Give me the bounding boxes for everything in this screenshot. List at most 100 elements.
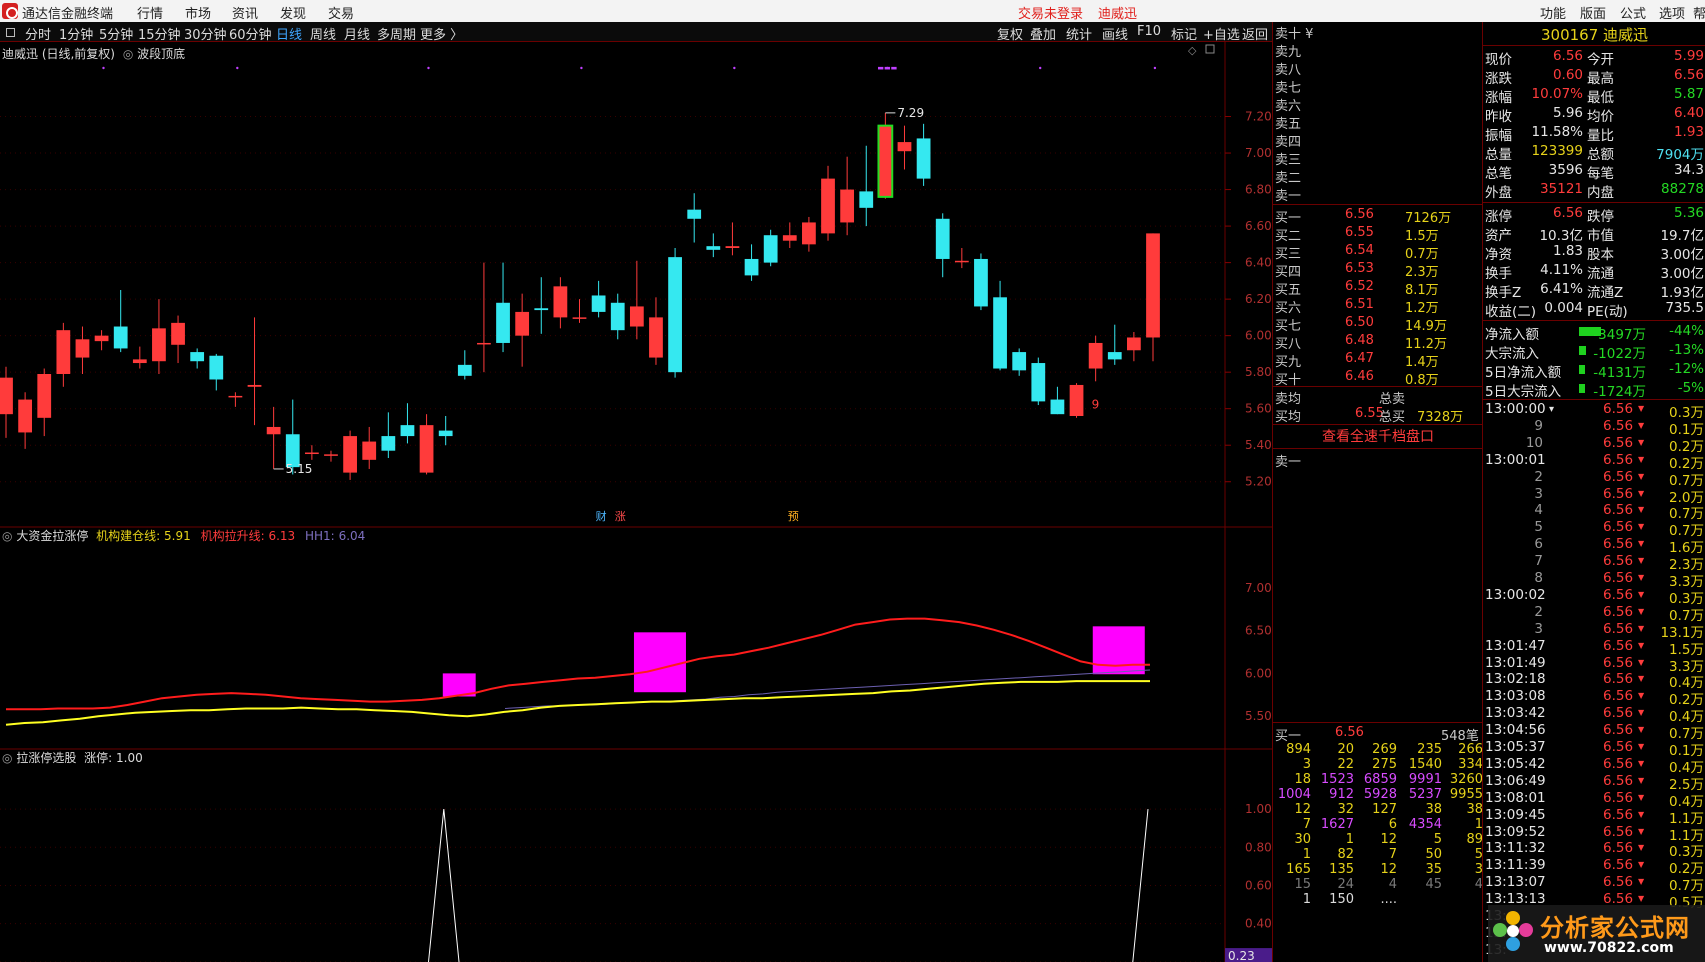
quote-label: 振幅 [1485,128,1512,144]
event-tag: 涨 [615,510,626,523]
ind2-collapse-icon[interactable]: ◎ [2,751,12,765]
period-1min[interactable]: 1分钟 [59,24,93,43]
queue-cell: 9991 [1408,772,1442,787]
tick-row: 4 6.56 ▼ 0.7万 [1483,502,1705,522]
tick-arrow-icon: ▼ [1638,573,1645,582]
menu-shichang[interactable]: 市场 [185,3,211,22]
btn-huaxian[interactable]: 画线 [1102,24,1128,43]
candle-body [362,441,377,460]
tick-arrow-icon: ▼ [1638,860,1645,870]
tick-time: 3 [1534,485,1543,502]
tick-row: 5 6.56 ▼ 0.7万 [1483,519,1705,539]
menu-faxian[interactable]: 发现 [280,3,306,22]
panel-toggle-icon[interactable] [6,28,15,37]
candle-body [1050,399,1065,415]
quote-row: 净资 1.83 股本 3.00亿 [1483,242,1705,263]
tick-row: 13:01:47 6.56 ▼ 1.5万 [1483,638,1705,658]
login-status[interactable]: 交易未登录 [1018,3,1083,22]
quote-value: 735.5 [1665,300,1704,316]
menu-jiaoyi[interactable]: 交易 [328,3,354,22]
high-label: 7.29 [897,106,924,120]
highlight-candle [877,124,894,198]
tick-time: 13:00:02 [1485,586,1546,603]
btn-f10[interactable]: F10 [1137,24,1161,39]
ind1-pulse-bar [633,632,686,693]
queue-cell: 45 [1425,877,1442,892]
quote-value: 3596 [1548,162,1583,178]
bid-price: 6.48 [1345,333,1374,348]
quote-row: 现价 6.56 今开 5.99 [1483,47,1705,68]
summary-row: 卖均 总卖 [1273,387,1483,407]
tick-row: 13:13:07 6.56 ▼ 0.7万 [1483,874,1705,894]
menu-gongneng[interactable]: 功能 [1540,3,1566,22]
period-fenshi[interactable]: 分时 [25,24,51,43]
period-15min[interactable]: 15分钟 [138,24,181,43]
menu-gongshi[interactable]: 公式 [1620,3,1646,22]
tick-time: 13:00:00 [1485,401,1546,417]
signal-dot [1153,66,1157,70]
menu-xuanxiang[interactable]: 选项 [1659,3,1685,22]
period-weekly[interactable]: 周线 [310,24,336,43]
summary-row: 买均 6.55 总买 7328万 [1273,405,1483,425]
ind1-line2-value: 6.13 [268,529,296,543]
sell1-label: 卖一 [1275,455,1302,470]
ind2-tick-label: 1.00 [1245,802,1272,816]
bid-price: 6.52 [1345,279,1374,294]
queue-cell: 235 [1417,742,1442,757]
menu-bangzhu[interactable]: 帮 [1693,3,1705,22]
buy1-row: 买一 6.56 548笔 [1273,724,1483,744]
low-label: 5.15 [286,462,313,476]
btn-fuquan[interactable]: 复权 [997,24,1023,43]
queue-cell: 266 [1458,742,1483,757]
btn-add-watchlist[interactable]: +自选 [1203,24,1240,43]
tick-filter-icon[interactable]: ▾ [1549,404,1554,415]
main-panel-indicator[interactable]: 波段顶底 [137,47,185,61]
candle-body [974,258,988,307]
chart-area[interactable]: 7.20 7.00 6.80 6.60 6.40 6.20 6.00 5.80 5.60 5.40… [0,42,1272,962]
ind2-tick-label: 0.60 [1245,878,1272,892]
price-tick-label: 6.60 [1245,219,1272,233]
tick-time: 13:03:08 [1485,688,1546,705]
candle-body [687,209,702,219]
period-30min[interactable]: 30分钟 [184,24,227,43]
btn-back[interactable]: 返回 [1242,24,1268,43]
flow-row: 5日大宗流入 -1724万 -5% [1483,379,1705,400]
period-monthly[interactable]: 月线 [344,24,370,43]
bid-row: 买五 6.52 8.1万 [1273,278,1483,298]
kline-chart-svg[interactable]: 7.20 7.00 6.80 6.60 6.40 6.20 6.00 5.80 5.60 5.40… [0,42,1272,962]
queue-cell: 1004 [1277,787,1311,802]
menu-zixun[interactable]: 资讯 [232,3,258,22]
period-more[interactable]: 更多 〉 [420,24,463,43]
count-label: 9 [1092,398,1100,412]
tick-row: 13:11:39 6.56 ▼ 0.2万 [1483,857,1705,877]
quote-value: 35121 [1540,181,1583,197]
indicator-select-icon[interactable]: ◎ [123,47,133,61]
tick-arrow-icon: ▼ [1638,691,1645,701]
ind2-value-label: 涨停: [84,751,113,765]
price-tick-label: 5.60 [1245,402,1272,416]
period-daily[interactable]: 日线 [276,24,302,43]
btn-tongji[interactable]: 统计 [1066,24,1092,43]
flow-percent: -44% [1669,323,1704,339]
menu-banmian[interactable]: 版面 [1580,3,1606,22]
btn-biaoji[interactable]: 标记 [1171,24,1197,43]
quote-label: 净资 [1485,247,1512,263]
tick-row: 13:08:01 6.56 ▼ 0.4万 [1483,790,1705,810]
period-multi[interactable]: 多周期 [377,24,416,43]
queue-cell: 3 [1302,757,1311,772]
flow-label: 5日大宗流入 [1485,384,1562,400]
period-60min[interactable]: 60分钟 [229,24,272,43]
full-depth-link[interactable]: 查看全速千档盘口 [1273,426,1483,446]
bid-row: 买九 6.47 1.4万 [1273,350,1483,370]
menu-hangqing[interactable]: 行情 [137,3,163,22]
ind1-collapse-icon[interactable]: ◎ [2,529,12,543]
tick-price: 6.56 [1603,468,1634,485]
btn-diejia[interactable]: 叠加 [1030,24,1056,43]
quote-label: 涨停 [1485,209,1512,225]
tick-arrow-icon: ▼ [1638,708,1645,718]
queue-cell: 150 [1329,892,1354,907]
period-5min[interactable]: 5分钟 [99,24,133,43]
signal-dot [102,66,105,70]
candle-body [190,352,205,362]
flow-value: -1724万 [1593,384,1646,400]
